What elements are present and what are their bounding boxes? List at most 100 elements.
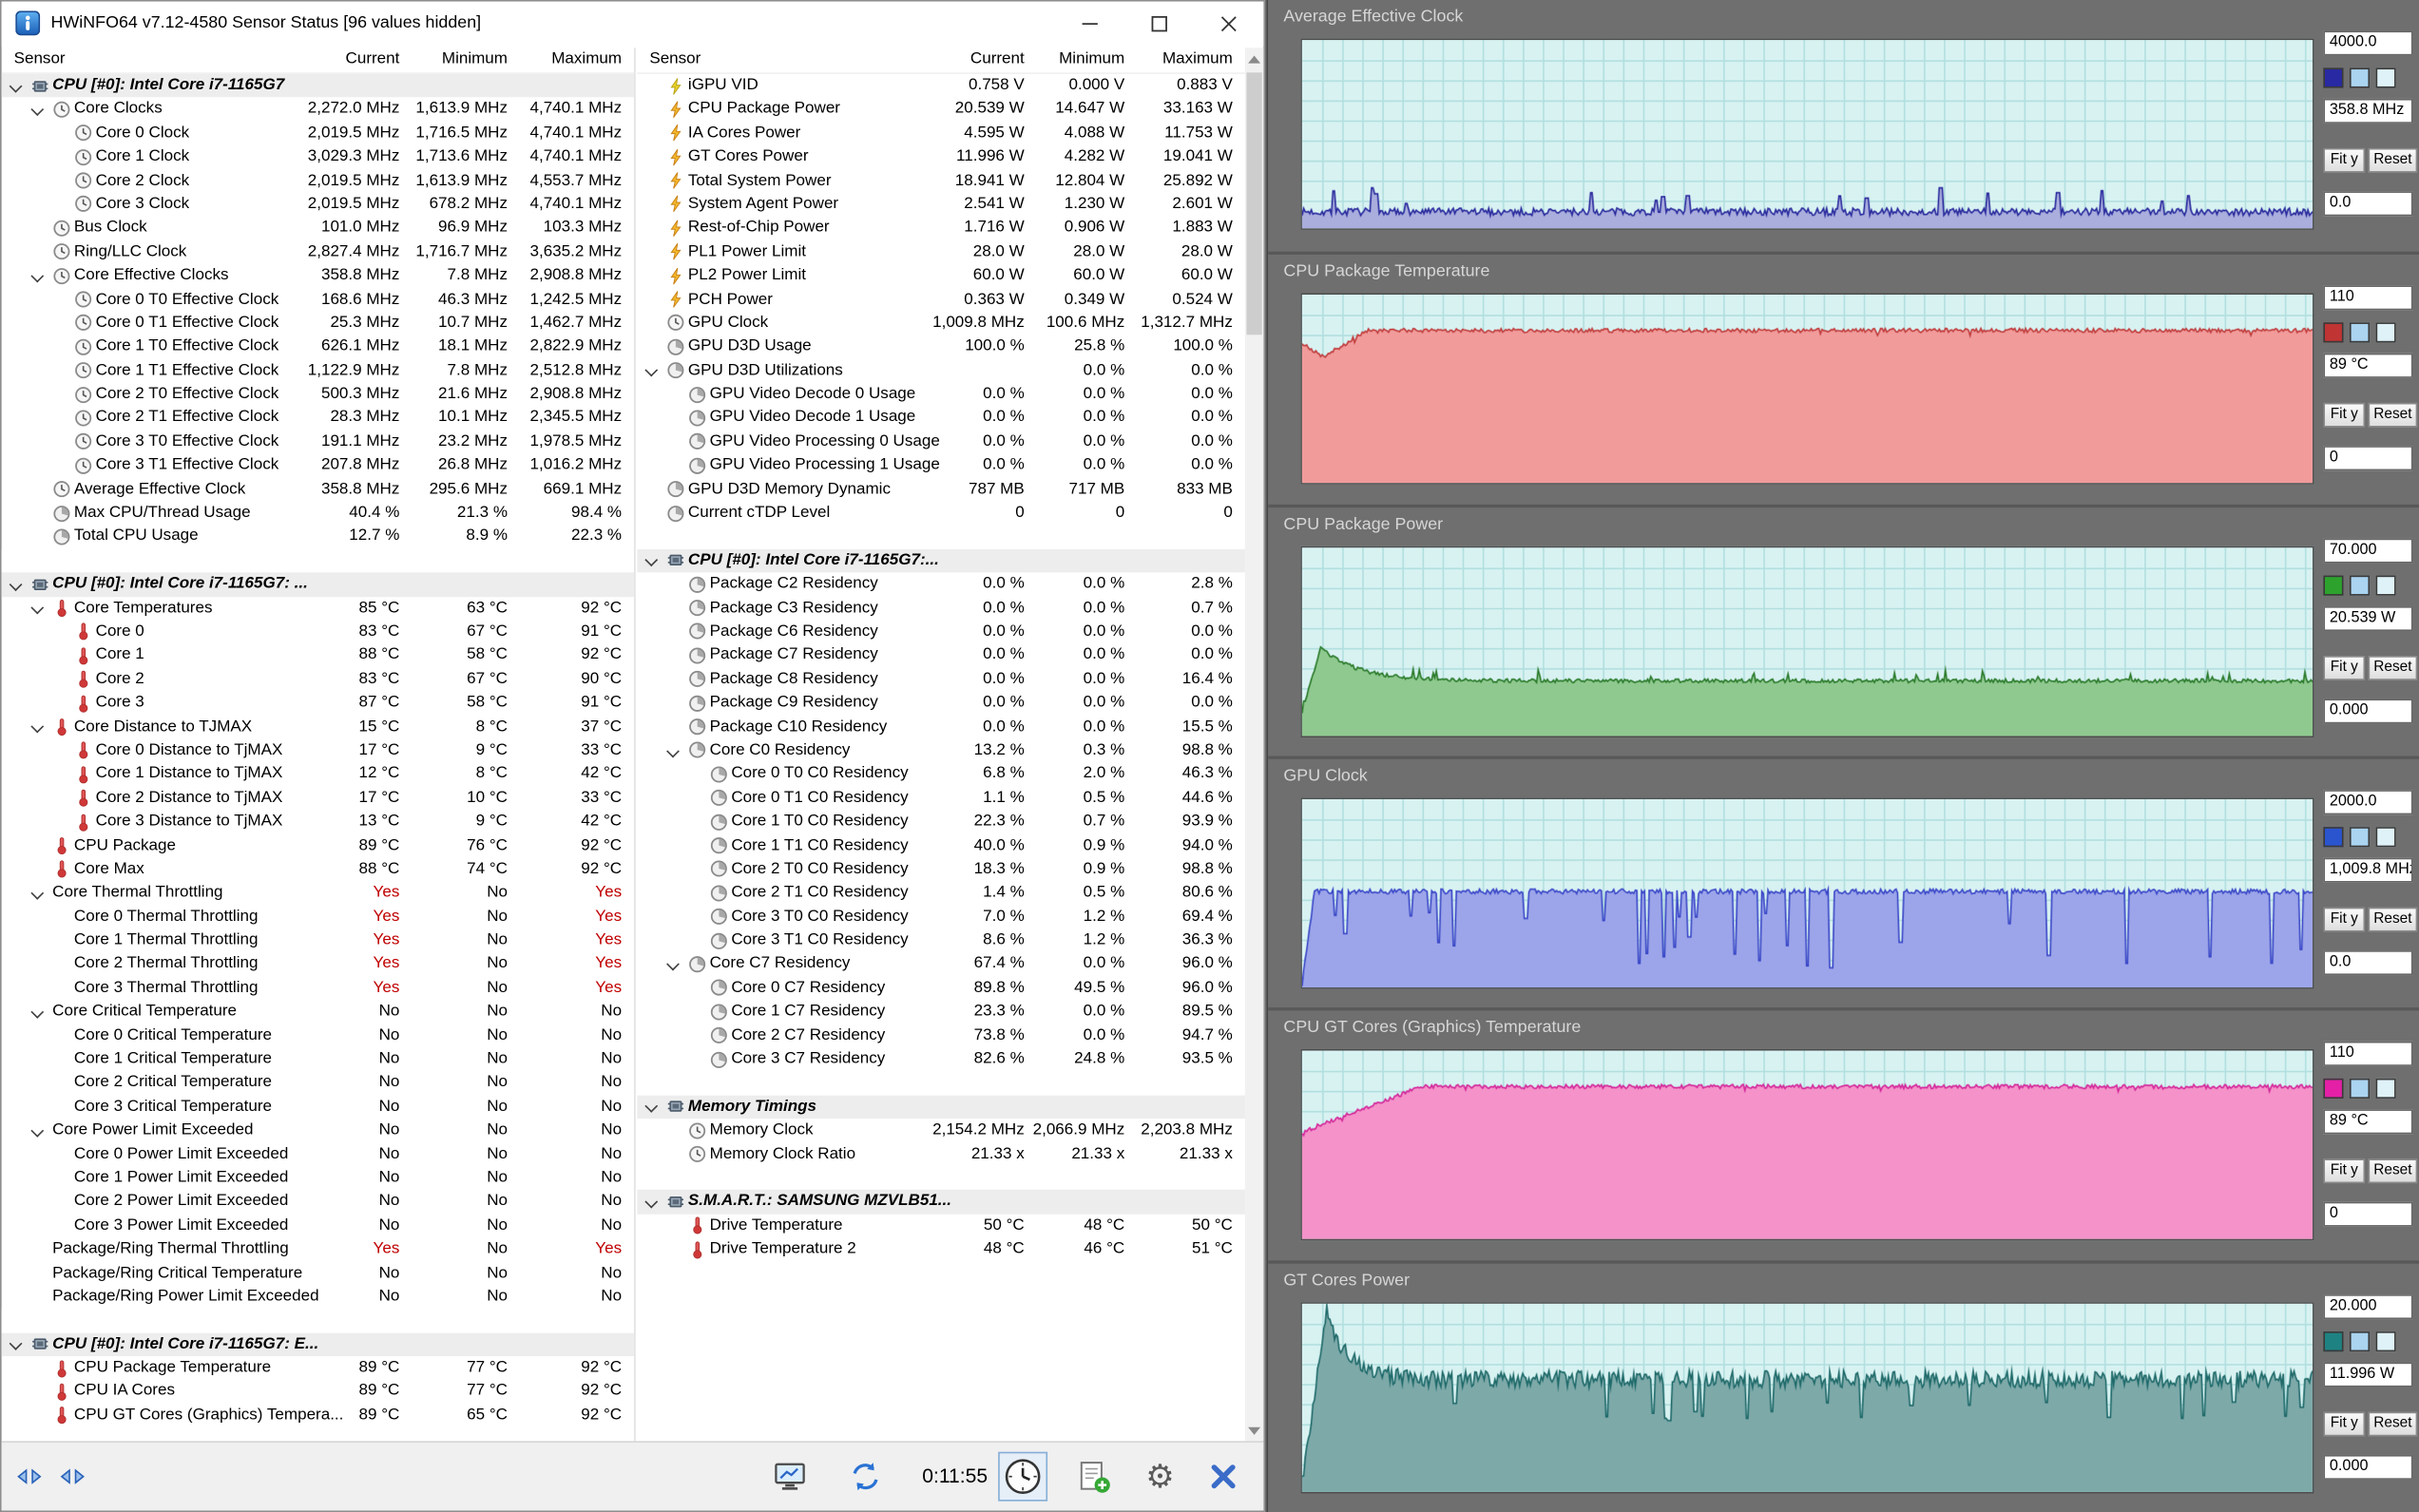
- graph-scale-min-input[interactable]: 0.000: [2323, 699, 2412, 723]
- sensor-row[interactable]: Package C6 Residency0.0 %0.0 %0.0 %: [637, 621, 1248, 644]
- sensor-row[interactable]: Core 3 Distance to TjMAX13 °C9 °C42 °C: [2, 811, 634, 834]
- sensor-row[interactable]: Core 1 Critical TemperatureNoNoNo: [2, 1047, 634, 1071]
- sensor-row[interactable]: IA Cores Power4.595 W4.088 W11.753 W: [637, 122, 1248, 145]
- graph-scale-min-input[interactable]: 0: [2323, 1202, 2412, 1227]
- fit-y-button[interactable]: Fit y: [2323, 148, 2365, 173]
- expand-chevron-icon[interactable]: [30, 1124, 45, 1139]
- sensor-row[interactable]: PCH Power0.363 W0.349 W0.524 W: [637, 288, 1248, 312]
- expand-chevron-icon[interactable]: [30, 1005, 45, 1020]
- sensor-row[interactable]: GPU D3D Utilizations0.0 %0.0 %: [637, 359, 1248, 383]
- sensor-row[interactable]: Core 2 T1 Effective Clock28.3 MHz10.1 MH…: [2, 407, 634, 431]
- sensor-row[interactable]: Core 3 Clock2,019.5 MHz678.2 MHz4,740.1 …: [2, 193, 634, 217]
- graph-current-value-input[interactable]: 358.8 MHz: [2323, 99, 2412, 124]
- sensor-row[interactable]: Core Max88 °C74 °C92 °C: [2, 857, 634, 881]
- grid-color-swatch[interactable]: [2376, 576, 2396, 596]
- sensor-row[interactable]: PL1 Power Limit28.0 W28.0 W28.0 W: [637, 240, 1248, 264]
- graph-scale-max-input[interactable]: 2000.0: [2323, 790, 2412, 814]
- sensor-row[interactable]: Memory Clock Ratio21.33 x21.33 x21.33 x: [637, 1142, 1248, 1166]
- sensor-row[interactable]: Core Effective Clocks358.8 MHz7.8 MHz2,9…: [2, 264, 634, 288]
- reset-button[interactable]: Reset: [2368, 908, 2417, 932]
- sensor-row[interactable]: Core 1 Thermal ThrottlingYesNoYes: [2, 928, 634, 952]
- graph-scale-max-input[interactable]: 110: [2323, 1042, 2412, 1066]
- sensor-row[interactable]: CPU Package Temperature89 °C77 °C92 °C: [2, 1356, 634, 1380]
- grid-color-swatch[interactable]: [2376, 1079, 2396, 1099]
- expand-chevron-icon[interactable]: [9, 79, 23, 93]
- expand-chevron-icon[interactable]: [666, 744, 681, 758]
- graph-scale-max-input[interactable]: 70.000: [2323, 539, 2412, 564]
- sensor-group-row[interactable]: CPU [#0]: Intel Core i7-1165G7: [2, 74, 634, 98]
- sensor-row[interactable]: Core 3 T1 Effective Clock207.8 MHz26.8 M…: [2, 454, 634, 478]
- graph-current-value-input[interactable]: 89 °C: [2323, 354, 2412, 378]
- graph-current-value-input[interactable]: 20.539 W: [2323, 606, 2412, 631]
- grid-color-swatch[interactable]: [2376, 827, 2396, 847]
- sensor-row[interactable]: Core Distance to TJMAX15 °C8 °C37 °C: [2, 716, 634, 739]
- sensor-row[interactable]: PL2 Power Limit60.0 W60.0 W60.0 W: [637, 264, 1248, 288]
- reset-button[interactable]: Reset: [2368, 656, 2417, 680]
- background-color-swatch[interactable]: [2350, 1331, 2370, 1351]
- graph-scale-max-input[interactable]: 110: [2323, 285, 2412, 310]
- series-color-swatch[interactable]: [2323, 1079, 2343, 1099]
- grid-color-swatch[interactable]: [2376, 1331, 2396, 1351]
- expand-chevron-icon[interactable]: [30, 887, 45, 901]
- maximize-button[interactable]: [1124, 2, 1194, 47]
- expand-chevron-icon[interactable]: [9, 1338, 23, 1352]
- sensor-row[interactable]: Core 1 Power Limit ExceededNoNoNo: [2, 1166, 634, 1190]
- sensor-row[interactable]: Core 387 °C58 °C91 °C: [2, 692, 634, 716]
- fit-y-button[interactable]: Fit y: [2323, 403, 2365, 428]
- background-color-swatch[interactable]: [2350, 1079, 2370, 1099]
- sensor-row[interactable]: Core 3 Power Limit ExceededNoNoNo: [2, 1214, 634, 1237]
- sync-arrows-button[interactable]: [841, 1452, 891, 1502]
- sensor-row[interactable]: GPU Video Processing 1 Usage0.0 %0.0 %0.…: [637, 454, 1248, 478]
- series-color-swatch[interactable]: [2323, 67, 2343, 87]
- sensor-row[interactable]: Core Temperatures85 °C63 °C92 °C: [2, 597, 634, 621]
- sensor-row[interactable]: Max CPU/Thread Usage40.4 %21.3 %98.4 %: [2, 502, 634, 526]
- sensor-row[interactable]: Core 283 °C67 °C90 °C: [2, 668, 634, 692]
- sensor-group-row[interactable]: Memory Timings: [637, 1095, 1248, 1119]
- graph-current-value-input[interactable]: 11.996 W: [2323, 1363, 2412, 1388]
- graph-scale-min-input[interactable]: 0.000: [2323, 1455, 2412, 1480]
- close-x-button[interactable]: [1199, 1452, 1248, 1502]
- minimize-button[interactable]: [1055, 2, 1124, 47]
- sensor-row[interactable]: Ring/LLC Clock2,827.4 MHz1,716.7 MHz3,63…: [2, 240, 634, 264]
- sensor-row[interactable]: Core 0 Critical TemperatureNoNoNo: [2, 1024, 634, 1047]
- reset-button[interactable]: Reset: [2368, 1412, 2417, 1437]
- fit-y-button[interactable]: Fit y: [2323, 1412, 2365, 1437]
- sensor-row[interactable]: Core 0 Power Limit ExceededNoNoNo: [2, 1142, 634, 1166]
- sensor-group-row[interactable]: S.M.A.R.T.: SAMSUNG MZVLB51...: [637, 1190, 1248, 1214]
- background-color-swatch[interactable]: [2350, 67, 2370, 87]
- sensor-row[interactable]: GPU Video Decode 0 Usage0.0 %0.0 %0.0 %: [637, 383, 1248, 407]
- sensor-row[interactable]: Core 2 T0 Effective Clock500.3 MHz21.6 M…: [2, 383, 634, 407]
- sensor-row[interactable]: Package C2 Residency0.0 %0.0 %2.8 %: [637, 573, 1248, 597]
- reset-button[interactable]: Reset: [2368, 403, 2417, 428]
- sensor-row[interactable]: Core 083 °C67 °C91 °C: [2, 621, 634, 644]
- graph-scale-max-input[interactable]: 20.000: [2323, 1294, 2412, 1319]
- series-color-swatch[interactable]: [2323, 827, 2343, 847]
- sensor-row[interactable]: Package/Ring Power Limit ExceededNoNoNo: [2, 1285, 634, 1309]
- sensor-row[interactable]: Total CPU Usage12.7 %8.9 %22.3 %: [2, 526, 634, 549]
- analog-clock-button[interactable]: [998, 1452, 1047, 1502]
- sensor-row[interactable]: Package C10 Residency0.0 %0.0 %15.5 %: [637, 716, 1248, 739]
- sensor-row[interactable]: Core 3 T0 Effective Clock191.1 MHz23.2 M…: [2, 431, 634, 454]
- sensor-row[interactable]: Package C7 Residency0.0 %0.0 %0.0 %: [637, 644, 1248, 668]
- sensor-row[interactable]: Bus Clock101.0 MHz96.9 MHz103.3 MHz: [2, 217, 634, 240]
- sensor-row[interactable]: CPU GT Cores (Graphics) Tempera...89 °C6…: [2, 1404, 634, 1427]
- sensor-row[interactable]: Core 1 T1 Effective Clock1,122.9 MHz7.8 …: [2, 359, 634, 383]
- sensor-row[interactable]: Core 0 T0 C0 Residency6.8 %2.0 %46.3 %: [637, 763, 1248, 787]
- sensor-group-row[interactable]: CPU [#0]: Intel Core i7-1165G7: E...: [2, 1332, 634, 1356]
- fit-y-button[interactable]: Fit y: [2323, 656, 2365, 680]
- sensor-row[interactable]: iGPU VID0.758 V0.000 V0.883 V: [637, 74, 1248, 98]
- background-color-swatch[interactable]: [2350, 827, 2370, 847]
- graph-scale-min-input[interactable]: 0: [2323, 446, 2412, 470]
- sensor-row[interactable]: System Agent Power2.541 W1.230 W2.601 W: [637, 193, 1248, 217]
- sensor-row[interactable]: Core 1 Clock3,029.3 MHz1,713.6 MHz4,740.…: [2, 145, 634, 169]
- sensor-row[interactable]: Rest-of-Chip Power1.716 W0.906 W1.883 W: [637, 217, 1248, 240]
- series-color-swatch[interactable]: [2323, 1331, 2343, 1351]
- background-color-swatch[interactable]: [2350, 322, 2370, 342]
- sensor-row[interactable]: Core 0 Thermal ThrottlingYesNoYes: [2, 905, 634, 928]
- sensor-row[interactable]: Core 3 T0 C0 Residency7.0 %1.2 %69.4 %: [637, 905, 1248, 928]
- sensor-row[interactable]: Core C7 Residency67.4 %0.0 %96.0 %: [637, 952, 1248, 976]
- sensor-row[interactable]: Package C9 Residency0.0 %0.0 %0.0 %: [637, 692, 1248, 716]
- sensor-row[interactable]: Average Effective Clock358.8 MHz295.6 MH…: [2, 478, 634, 502]
- page-arrows-left-right-button-2[interactable]: [52, 1458, 92, 1495]
- background-color-swatch[interactable]: [2350, 576, 2370, 596]
